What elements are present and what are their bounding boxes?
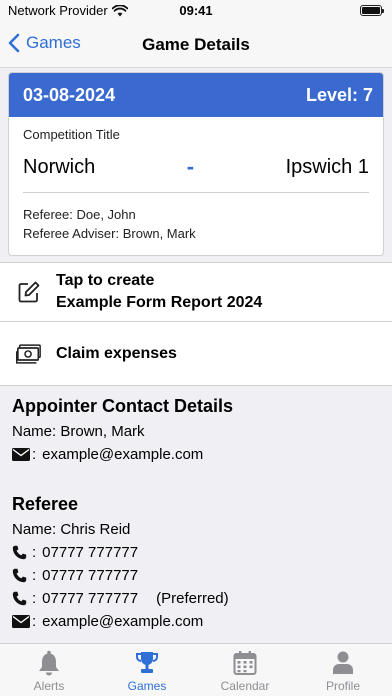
- away-team: Ipswich 1: [285, 155, 369, 178]
- envelope-icon: [12, 448, 32, 461]
- tab-games[interactable]: Games: [98, 644, 196, 696]
- game-card: 03-08-2024 Level: 7 Competition Title No…: [8, 72, 384, 256]
- status-time: 09:41: [179, 3, 213, 18]
- phone-icon: [12, 568, 32, 583]
- tab-calendar[interactable]: Calendar: [196, 644, 294, 696]
- referee-phone-3: 07777 777777: [42, 590, 139, 607]
- referee-adviser-line: Referee Adviser: Brown, Mark: [23, 226, 196, 241]
- claim-expenses-button[interactable]: Claim expenses: [0, 322, 392, 386]
- colon: :: [32, 590, 37, 607]
- officials: Referee: Doe, John Referee Adviser: Brow…: [23, 193, 369, 243]
- phone-icon: [12, 591, 32, 606]
- report-line-2: Example Form Report 2024: [56, 294, 263, 311]
- edit-icon: [16, 280, 42, 304]
- appointer-email: example@example.com: [42, 446, 204, 463]
- home-team: Norwich: [23, 155, 96, 178]
- game-level: Level: 7: [305, 84, 373, 105]
- colon: :: [32, 544, 37, 561]
- person-icon: [333, 651, 353, 674]
- referee-phone-1: 07777 777777: [42, 544, 139, 561]
- referee-email-row[interactable]: : example@example.com: [12, 610, 382, 633]
- money-icon: [16, 343, 42, 365]
- teams-separator: -: [186, 154, 195, 179]
- game-date: 03-08-2024: [23, 84, 116, 105]
- battery-icon: [360, 5, 384, 16]
- trophy-icon: [136, 652, 158, 673]
- teams-row: Norwich - Ipswich 1: [23, 154, 369, 193]
- referee-email: example@example.com: [42, 613, 204, 630]
- report-text: Tap to create Example Form Report 2024: [56, 270, 262, 314]
- referee-phone-2: 07777 777777: [42, 567, 139, 584]
- referee-phone-row[interactable]: : 07777 777777: [12, 541, 382, 564]
- tab-calendar-label: Calendar: [220, 679, 270, 693]
- claim-expenses-label: Claim expenses: [56, 344, 177, 362]
- colon: :: [32, 446, 37, 463]
- create-report-button[interactable]: Tap to create Example Form Report 2024: [0, 262, 392, 322]
- referee-name: Name: Chris Reid: [12, 521, 131, 538]
- appointer-title: Appointer Contact Details: [12, 396, 234, 416]
- colon: :: [32, 613, 37, 630]
- preferred-label: (Preferred): [156, 590, 229, 607]
- status-bar: Network Provider 09:41: [0, 0, 392, 22]
- referee-phone-row[interactable]: : 07777 777777 (Preferred): [12, 587, 382, 610]
- report-line-1: Tap to create: [56, 272, 155, 289]
- contacts-section: Appointer Contact Details Name: Brown, M…: [12, 396, 382, 633]
- tab-profile[interactable]: Profile: [294, 644, 392, 696]
- envelope-icon: [12, 615, 32, 628]
- tab-games-label: Games: [127, 679, 167, 693]
- tab-alerts-label: Alerts: [33, 679, 65, 693]
- tab-bar: Alerts Games Calendar Profile: [0, 643, 392, 696]
- page-title: Game Details: [142, 35, 250, 54]
- bell-icon: [39, 650, 59, 676]
- game-card-header: 03-08-2024 Level: 7: [9, 73, 383, 117]
- referee-phone-row[interactable]: : 07777 777777: [12, 564, 382, 587]
- calendar-icon: [233, 651, 257, 675]
- appointer-name: Name: Brown, Mark: [12, 423, 145, 440]
- phone-icon: [12, 545, 32, 560]
- referee-title: Referee: [12, 494, 79, 514]
- appointer-email-row[interactable]: : example@example.com: [12, 443, 382, 466]
- competition-title: Competition Title: [23, 127, 120, 142]
- navigation-bar: Games Game Details: [0, 22, 392, 68]
- colon: :: [32, 567, 37, 584]
- tab-alerts[interactable]: Alerts: [0, 644, 98, 696]
- referee-line: Referee: Doe, John: [23, 207, 136, 222]
- game-card-body: Competition Title Norwich - Ipswich 1 Re…: [9, 117, 383, 243]
- tab-profile-label: Profile: [325, 679, 360, 693]
